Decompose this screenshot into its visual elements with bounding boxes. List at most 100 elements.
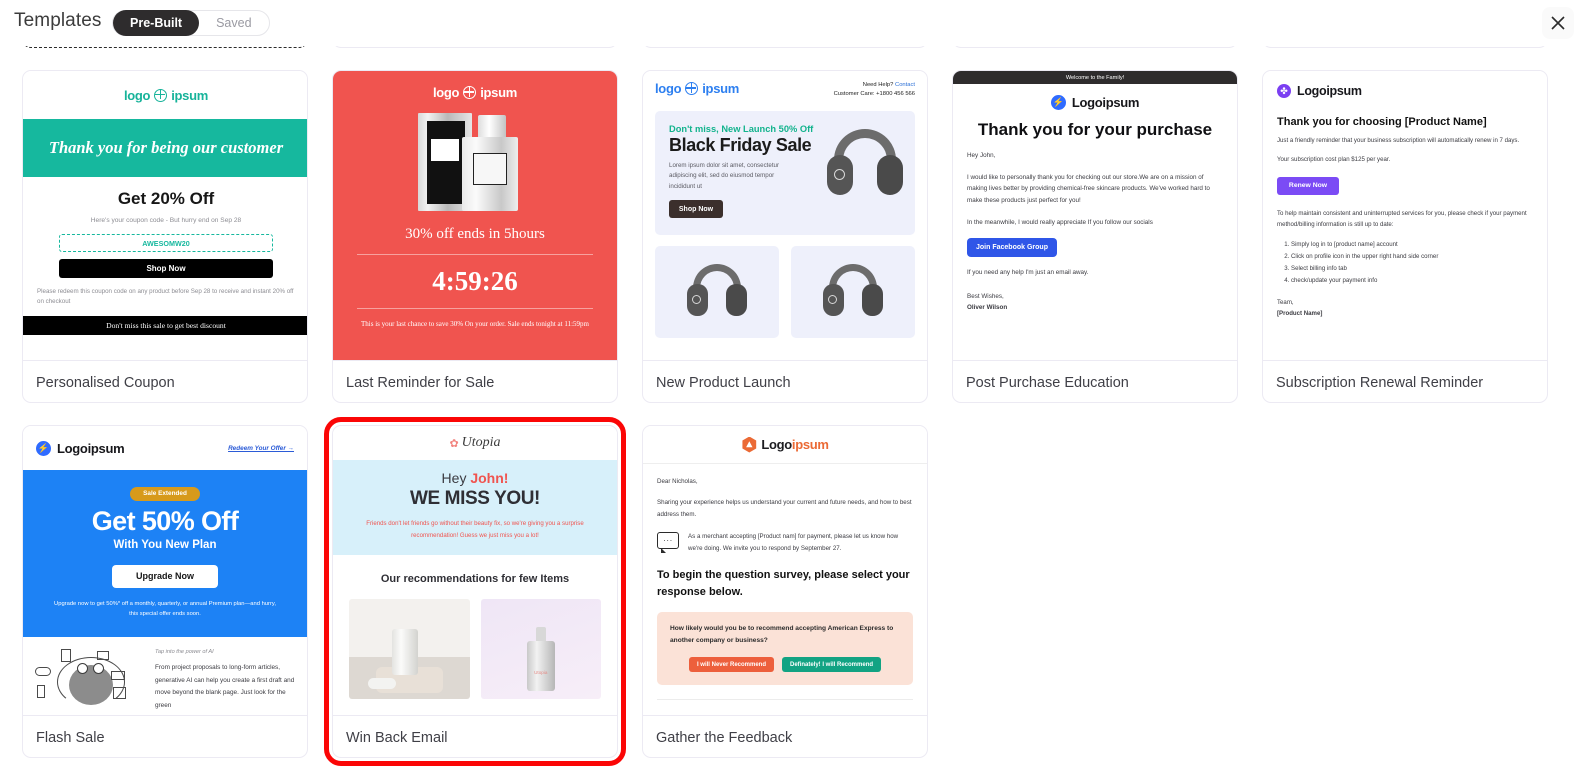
email-logo: logo ipsum [23,71,307,119]
ai-title: Tap into the power of AI [155,649,214,656]
template-card-label: Win Back Email [333,715,617,757]
signoff-name: Oliver Wilson [967,304,1008,312]
template-card-personalised-coupon[interactable]: logo ipsum Thank you for being our custom… [22,70,308,403]
templates-scroll-area[interactable]: logo ipsum Thank you for being our custom… [0,46,1588,769]
template-card-label: Last Reminder for Sale [333,360,617,402]
close-button[interactable] [1542,7,1574,39]
bolt-icon: ⚡ [36,440,51,456]
logo-text: Logoipsum [761,437,829,452]
email-cta-button: Shop Now [59,259,273,278]
globe-icon [685,82,699,95]
template-card-new-product-launch[interactable]: logo ipsum Need Help? Contact Customer Ca… [642,70,928,403]
list-item: Click on profile icon in the upper right… [1291,251,1533,263]
email-cta-button: Renew Now [1277,176,1339,195]
ai-illustration [35,649,147,708]
sale-badge: Sale Extended [130,486,200,501]
template-card-stub[interactable] [332,46,618,48]
email-cta-button: Shop Now [669,200,723,219]
page-title: Templates [14,10,102,31]
email-logo: ✿ Utopia [333,426,617,460]
countdown-timer: 4:59:26 [432,266,518,296]
email-footer: Don't miss this sale to get best discoun… [23,316,307,336]
greeting-name: John! [470,470,509,486]
email-body-2: In the meanwhile, I would really appreci… [967,218,1153,226]
template-card-win-back-email[interactable]: ✿ Utopia Hey John! WE MISS YOU! Friends … [324,417,626,766]
template-card-last-reminder-for-sale[interactable]: logo ipsum 30% off ends in 5hours 4:59:26… [332,70,618,403]
template-card-label: Gather the Feedback [643,715,927,757]
email-signoff: Best Wishes, Oliver Wilson [967,291,1223,314]
list-item: check/update your payment info [1291,275,1533,287]
template-card-stub[interactable] [642,46,928,48]
template-card-stub[interactable] [1262,46,1548,48]
flower-icon: ✿ [449,437,459,450]
email-heading: Get 20% Off [117,189,215,208]
template-card-flash-sale[interactable]: ⚡ Logoipsum Redeem Your Offer → Sale Ext… [22,425,308,758]
email-body-1: I would like to personally thank you for… [967,173,1210,204]
template-source-toggle[interactable]: Pre-Built Saved [112,10,270,36]
template-card-stub[interactable] [952,46,1238,48]
email-note: Upgrade now to get 50%* off a monthly, q… [54,600,276,617]
logo-text: logo [432,85,460,100]
template-preview: logo ipsum 30% off ends in 5hours 4:59:26… [333,71,617,360]
headphones-image [827,128,903,199]
product-image-1 [349,599,470,700]
email-body-2: As a merchant accepting [Product nam] fo… [688,533,899,552]
email-body-1: Sharing your experience helps us underst… [657,499,912,518]
logo-text-2: ipsum [791,437,829,452]
email-heading: Black Friday Sale [669,134,812,155]
template-card-subscription-renewal-reminder[interactable]: ✤ Logoipsum Thank you for choosing [Prod… [1262,70,1548,403]
template-card-gather-the-feedback[interactable]: Logoipsum Dear Nicholas, Sharing your ex… [642,425,928,758]
email-heading: Get 50% Off [91,505,239,536]
help-info: Need Help? Contact Customer Care: +1800 … [834,81,915,100]
email-offer-text: 30% off ends in 5hours [405,226,545,242]
product-tile [655,245,779,338]
email-greeting: Dear Nicholas, [657,478,698,485]
logo-text: logo [123,87,151,103]
toggle-option-saved[interactable]: Saved [199,10,268,36]
bolt-icon: ⚡ [1050,95,1066,110]
survey-question: How likely would you be to recommend acc… [670,625,894,645]
email-note: Please redeem this coupon code on any pr… [37,288,294,305]
logo-text-2: ipsum [702,81,740,96]
template-card-label: Personalised Coupon [23,360,307,402]
logo-text-2: ipsum [171,87,209,103]
email-logo: logo ipsum [333,71,617,100]
template-preview: Welcome to the Family! ⚡ Logoipsum Thank… [953,71,1237,360]
template-card-stub[interactable] [22,46,308,48]
help-label: Need Help? [862,82,894,88]
logo-text: Logoipsum [57,440,125,456]
product-label: Utopia [534,670,548,676]
email-subtext: Here's your coupon code - But hurry end … [90,217,242,224]
logo-text-1: Logo [761,437,792,452]
product-image-2: Utopia [480,599,601,700]
email-body-3: If you need any help I'm just an email a… [967,269,1089,277]
template-preview: Logoipsum Dear Nicholas, Sharing your ex… [643,426,927,715]
body-part-2: Guess we just miss you a lot! [458,531,539,539]
email-body-3: To help maintain consistent and uninterr… [1277,209,1527,228]
redeem-offer-link: Redeem Your Offer → [228,444,294,452]
globe-icon [154,88,168,102]
email-body-1: Just a friendly reminder that your busin… [1277,137,1520,144]
email-body: Friends don't let friends go without the… [333,518,617,541]
divider [357,254,593,255]
email-heading: Thank you for choosing [Product Name] [1277,116,1487,128]
instructions-list: Simply log in to [product name] account … [1291,239,1533,287]
template-card-label: Flash Sale [23,715,307,757]
logo-text: Logoipsum [1071,95,1140,110]
template-card-post-purchase-education[interactable]: Welcome to the Family! ⚡ Logoipsum Thank… [952,70,1238,403]
email-banner: Thank you for being our customer [23,119,307,177]
clover-icon: ✤ [1277,84,1291,98]
template-card-label: Post Purchase Education [953,360,1237,402]
logo-text: Logoipsum [1297,84,1362,98]
body-part-1: Friends don't let friends go without the… [366,520,563,527]
survey-button-definitely: Definately! I will Recommend [782,657,882,673]
customer-care: Customer Care: +1800 456 566 [833,91,915,98]
email-body: Lorem ipsum dolor sit amet, consectetur … [669,161,780,190]
toggle-option-pre-built[interactable]: Pre-Built [113,10,200,36]
email-note: This is your last chance to save 30% On … [361,320,589,328]
email-heading: To begin the question survey, please sel… [657,569,910,598]
list-item: Select billing info tab [1291,263,1533,275]
email-kicker: Don't miss, New Launch 50% Off [669,123,814,134]
divider [357,308,593,309]
email-greeting: Hey John! [333,470,617,486]
